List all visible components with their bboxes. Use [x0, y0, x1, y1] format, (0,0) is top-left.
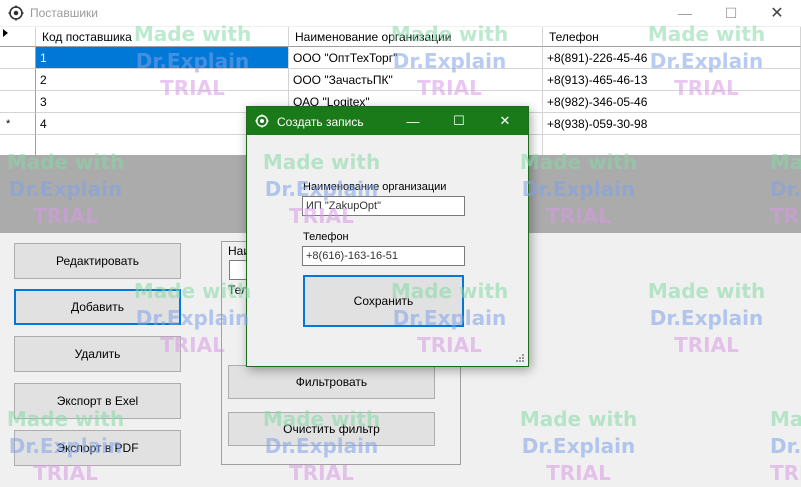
current-row-arrow-icon — [3, 29, 8, 37]
watermark-line: Made with — [519, 407, 638, 431]
watermark: Made with Dr.Explain TRIAL — [770, 406, 801, 487]
save-button-label: Сохранить — [353, 294, 414, 308]
create-record-dialog: Создать запись — ☐ ✕ Наименование органи… — [246, 106, 529, 367]
export-excel-button[interactable]: Экспорт в Exel — [14, 383, 181, 419]
cell-phone[interactable]: +8(913)-465-46-13 — [543, 69, 801, 91]
maximize-icon: ☐ — [724, 4, 738, 21]
watermark-line: Made with — [647, 279, 766, 303]
filter-button[interactable]: Фильтровать — [228, 365, 435, 399]
add-button-label: Добавить — [70, 300, 125, 314]
watermark-line: Dr.Explain — [649, 306, 764, 330]
cell-code[interactable]: 2 — [36, 69, 289, 91]
dialog-minimize-button[interactable]: — — [390, 107, 436, 135]
export-excel-label: Экспорт в Exel — [56, 394, 139, 408]
cell-name[interactable]: ООО "ОптТехТорг" — [289, 47, 543, 69]
export-pdf-label: Экспорт в PDF — [56, 441, 139, 455]
resize-grip-icon[interactable] — [515, 353, 525, 363]
watermark-line: TRIAL — [674, 333, 739, 357]
clear-filter-label: Очистить фильтр — [283, 422, 380, 436]
watermark-line: Made with — [770, 407, 801, 431]
edit-button-label: Редактировать — [56, 254, 139, 268]
cell-phone[interactable]: +8(891)-226-45-46 — [543, 47, 801, 69]
phone-input[interactable]: +8(616)-163-16-51 — [302, 246, 465, 266]
filter-button-label: Фильтровать — [295, 375, 368, 389]
save-button[interactable]: Сохранить — [303, 275, 464, 327]
cell-code[interactable]: 1 — [36, 47, 289, 69]
delete-button-label: Удалить — [74, 347, 121, 361]
edit-button[interactable]: Редактировать — [14, 243, 181, 279]
watermark-line: Dr.Explain — [770, 434, 801, 458]
maximize-icon: ☐ — [453, 113, 465, 128]
cell-phone[interactable]: +8(938)-059-30-98 — [543, 113, 801, 135]
minimize-icon: — — [406, 113, 420, 129]
export-pdf-button[interactable]: Экспорт в PDF — [14, 430, 181, 466]
watermark: Made with Dr.Explain TRIAL — [644, 278, 769, 359]
row-header[interactable] — [0, 69, 36, 91]
row-header[interactable] — [0, 47, 36, 69]
close-button[interactable]: ✕ — [754, 0, 800, 26]
watermark-line: Dr.Explain — [521, 434, 636, 458]
column-header-name[interactable]: Наименование организации — [289, 27, 543, 47]
minimize-button[interactable]: — — [662, 0, 708, 26]
org-name-input[interactable]: ИП "ZakupOpt" — [302, 196, 465, 216]
close-icon: ✕ — [770, 5, 784, 22]
app-icon — [8, 5, 24, 21]
phone-label: Телефон — [303, 231, 349, 243]
org-name-label: Наименование организации — [303, 181, 447, 193]
watermark: Made with Dr.Explain TRIAL — [516, 406, 641, 487]
row-header-new[interactable] — [0, 135, 36, 157]
cell-phone[interactable]: +8(982)-346-05-46 — [543, 91, 801, 113]
add-button[interactable]: Добавить — [14, 289, 181, 325]
new-row-marker: * — [6, 118, 11, 130]
row-header[interactable] — [0, 91, 36, 113]
watermark-line: TRIAL — [770, 461, 801, 485]
column-header-code[interactable]: Код поставшика — [36, 27, 289, 47]
clear-filter-button[interactable]: Очистить фильтр — [228, 412, 435, 446]
dialog-title: Создать запись — [277, 115, 364, 129]
close-icon: ✕ — [499, 113, 511, 128]
watermark-line: TRIAL — [546, 461, 611, 485]
dialog-maximize-button[interactable]: ☐ — [436, 107, 482, 135]
dialog-close-button[interactable]: ✕ — [482, 107, 528, 135]
minimize-icon: — — [678, 5, 692, 21]
cell-name[interactable]: ООО "ЗачастьПК" — [289, 69, 543, 91]
cell-new[interactable] — [543, 135, 801, 157]
column-header-phone[interactable]: Телефон — [543, 27, 801, 47]
dialog-app-icon — [255, 114, 269, 128]
window-title: Поставшики — [30, 6, 98, 20]
delete-button[interactable]: Удалить — [14, 336, 181, 372]
maximize-button[interactable]: ☐ — [708, 0, 754, 26]
